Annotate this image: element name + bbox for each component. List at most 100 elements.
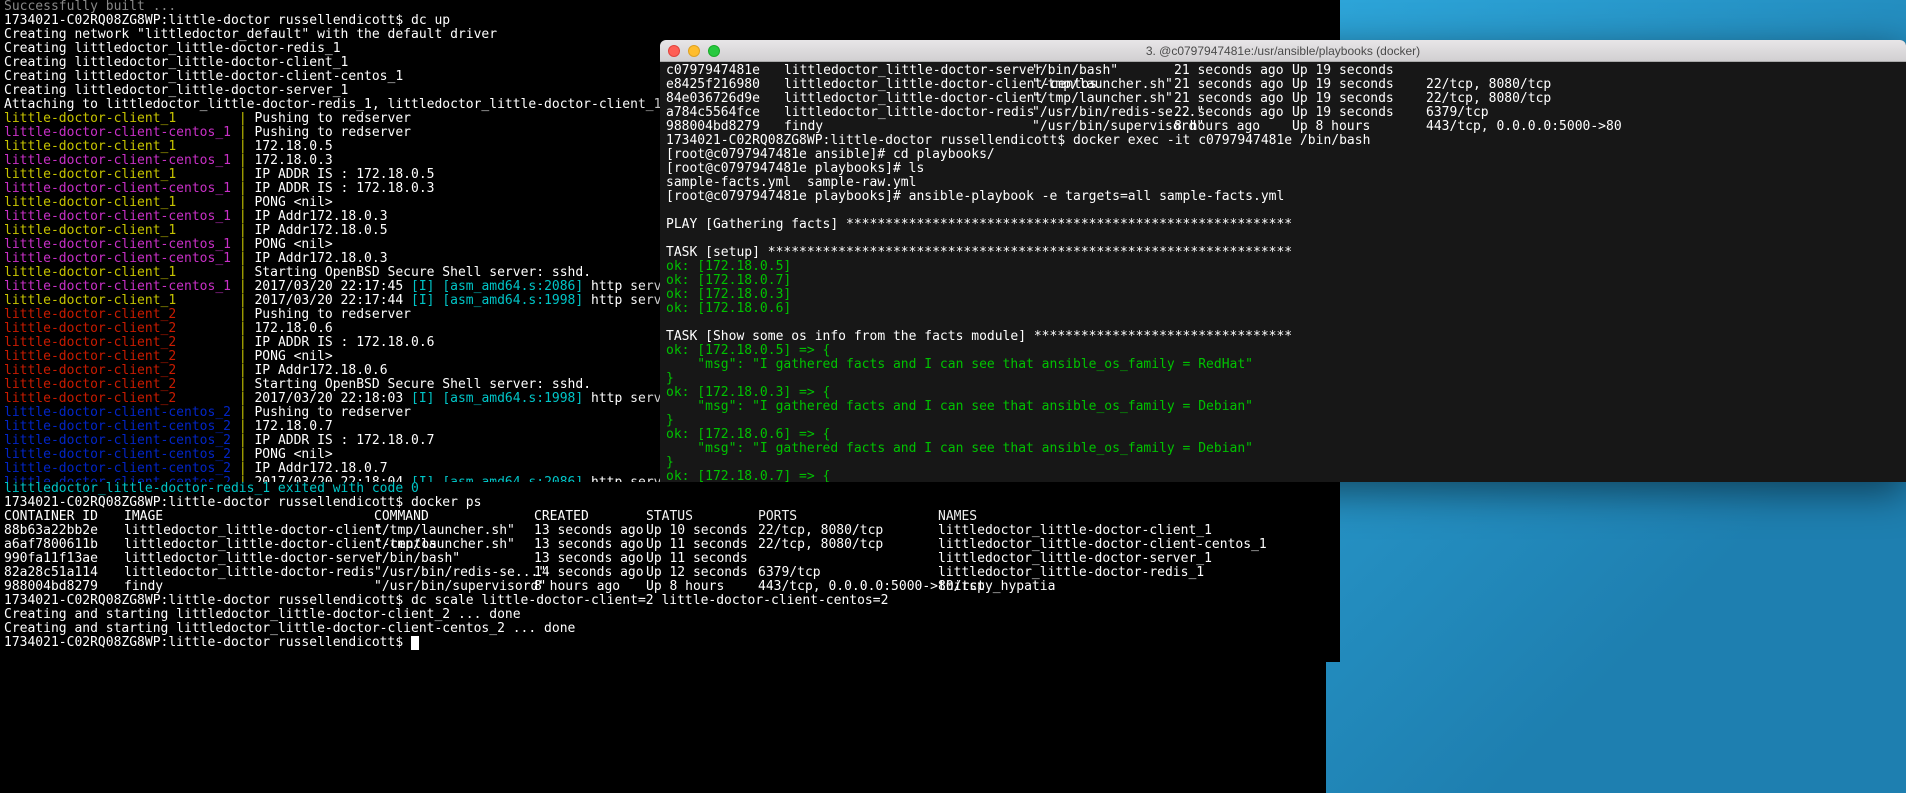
compose-service: little-doctor-client_1 xyxy=(4,167,239,182)
text: PONG <nil> xyxy=(254,195,332,210)
text: | xyxy=(239,321,255,336)
text: 2017/03/20 22:18:03 xyxy=(254,391,411,406)
text: | xyxy=(239,223,255,238)
text: | xyxy=(239,153,255,168)
text: | xyxy=(239,447,255,462)
ansible-ok: ok: [172.18.0.3] => { xyxy=(666,385,830,400)
text: Creating littledoctor_little-doctor-redi… xyxy=(4,41,341,56)
ansible-ok: ok: [172.18.0.3] xyxy=(666,287,791,302)
text: Pushing to redserver xyxy=(254,111,411,126)
text: Creating network "littledoctor_default" … xyxy=(4,27,497,42)
text: 2017/03/20 22:17:44 xyxy=(254,293,411,308)
ansible-msg: "msg": "I gathered facts and I can see t… xyxy=(666,399,1253,414)
compose-service: little-doctor-client_2 xyxy=(4,349,239,364)
text: 2017/03/20 22:17:45 xyxy=(254,279,411,294)
text: | xyxy=(239,307,255,322)
text: IP Addr172.18.0.3 xyxy=(254,251,387,266)
docker-ps-row: 82a28c51a114littledoctor_little-doctor-r… xyxy=(4,566,1336,580)
compose-service: little-doctor-client_2 xyxy=(4,377,239,392)
ansible-task-header: TASK [setup] ***************************… xyxy=(666,245,1292,260)
compose-service: little-doctor-client_2 xyxy=(4,363,239,378)
docker-ps-row: c0797947481elittledoctor_little-doctor-s… xyxy=(666,64,1900,78)
terminal-line: } xyxy=(666,414,1900,428)
text: | xyxy=(239,419,255,434)
cursor-icon xyxy=(411,636,419,650)
text: Creating and starting littledoctor_littl… xyxy=(4,621,575,636)
compose-service: little-doctor-client_1 xyxy=(4,223,239,238)
text: | xyxy=(239,111,255,126)
terminal-line: } xyxy=(666,456,1900,470)
text: | xyxy=(239,167,255,182)
text: | xyxy=(239,363,255,378)
terminal-line: [root@c0797947481e playbooks]# ls xyxy=(666,162,1900,176)
compose-service: little-doctor-client-centos_1 xyxy=(4,279,239,294)
terminal-line: Creating and starting littledoctor_littl… xyxy=(4,608,1336,622)
ansible-ok: ok: [172.18.0.5] xyxy=(666,259,791,274)
docker-ps-row: 88b63a22bb2elittledoctor_little-doctor-c… xyxy=(4,524,1336,538)
compose-service: little-doctor-client-centos_1 xyxy=(4,181,239,196)
exit-status: littledoctor_little-doctor-redis_1 exite… xyxy=(4,481,419,496)
terminal-line: 1734021-C02RQ08ZG8WP:little-doctor russe… xyxy=(4,636,1336,650)
text: [I] [asm_amd64.s:1998] xyxy=(411,391,583,406)
ansible-ok: } xyxy=(666,413,674,428)
terminal-bottom[interactable]: littledoctor_little-doctor-redis_1 exite… xyxy=(0,482,1340,662)
text: sample-facts.yml sample-raw.yml xyxy=(666,175,916,190)
terminal-line: TASK [setup] ***************************… xyxy=(666,246,1900,260)
text: 172.18.0.3 xyxy=(254,153,332,168)
text: Pushing to redserver xyxy=(254,125,411,140)
text: IP Addr172.18.0.5 xyxy=(254,223,387,238)
terminal-line: [root@c0797947481e ansible]# cd playbook… xyxy=(666,148,1900,162)
text: | xyxy=(239,405,255,420)
text: | xyxy=(239,209,255,224)
text: | xyxy=(239,433,255,448)
text: Starting OpenBSD Secure Shell server: ss… xyxy=(254,265,591,280)
terminal-line: } xyxy=(666,372,1900,386)
text: [root@c0797947481e playbooks]# ansible-p… xyxy=(666,189,1284,204)
terminal-line: sample-facts.yml sample-raw.yml xyxy=(666,176,1900,190)
compose-service: little-doctor-client-centos_2 xyxy=(4,405,239,420)
text: | xyxy=(239,139,255,154)
text: [root@c0797947481e ansible]# cd playbook… xyxy=(666,147,995,162)
terminal-line: 1734021-C02RQ08ZG8WP:little-doctor russe… xyxy=(4,496,1336,510)
terminal-line xyxy=(666,316,1900,330)
text: IP ADDR IS : 172.18.0.3 xyxy=(254,181,434,196)
ansible-play-header: PLAY [Gathering facts] *****************… xyxy=(666,217,1292,232)
text: Creating littledoctor_little-doctor-clie… xyxy=(4,69,403,84)
text: Pushing to redserver xyxy=(254,307,411,322)
terminal-right-window[interactable]: 3. @c0797947481e:/usr/ansible/playbooks … xyxy=(660,40,1906,482)
window-titlebar[interactable]: 3. @c0797947481e:/usr/ansible/playbooks … xyxy=(660,40,1906,62)
compose-service: little-doctor-client_2 xyxy=(4,335,239,350)
text: Creating littledoctor_little-doctor-serv… xyxy=(4,83,348,98)
compose-service: little-doctor-client_2 xyxy=(4,391,239,406)
terminal-line: ok: [172.18.0.6] => { xyxy=(666,428,1900,442)
docker-ps-header: CONTAINER IDIMAGECOMMANDCREATEDSTATUSPOR… xyxy=(4,510,1336,524)
text: Pushing to redserver xyxy=(254,405,411,420)
text: Creating littledoctor_little-doctor-clie… xyxy=(4,55,348,70)
docker-ps-row: a6af7800611blittledoctor_little-doctor-c… xyxy=(4,538,1336,552)
text: 172.18.0.7 xyxy=(254,419,332,434)
terminal-line: 1734021-C02RQ08ZG8WP:little-doctor russe… xyxy=(4,594,1336,608)
ansible-ok: ok: [172.18.0.6] => { xyxy=(666,427,830,442)
docker-ps-row: 84e036726d9elittledoctor_little-doctor-c… xyxy=(666,92,1900,106)
terminal-line: 1734021-C02RQ08ZG8WP:little-doctor russe… xyxy=(666,134,1900,148)
text: | xyxy=(239,461,255,476)
text: PONG <nil> xyxy=(254,237,332,252)
text: | xyxy=(239,251,255,266)
terminal-line: "msg": "I gathered facts and I can see t… xyxy=(666,358,1900,372)
ansible-ok: } xyxy=(666,371,674,386)
terminal-line: "msg": "I gathered facts and I can see t… xyxy=(666,442,1900,456)
text: IP ADDR IS : 172.18.0.7 xyxy=(254,433,434,448)
text: Starting OpenBSD Secure Shell server: ss… xyxy=(254,377,591,392)
compose-service: little-doctor-client_2 xyxy=(4,307,239,322)
text: Creating and starting littledoctor_littl… xyxy=(4,607,521,622)
terminal-line: ok: [172.18.0.7] xyxy=(666,274,1900,288)
prompt-line: 1734021-C02RQ08ZG8WP:little-doctor russe… xyxy=(4,495,481,510)
terminal-line: ok: [172.18.0.3] xyxy=(666,288,1900,302)
prompt-line: 1734021-C02RQ08ZG8WP:little-doctor russe… xyxy=(4,13,450,28)
text: | xyxy=(239,125,255,140)
ansible-ok: ok: [172.18.0.5] => { xyxy=(666,343,830,358)
compose-service: little-doctor-client_1 xyxy=(4,293,239,308)
terminal-line xyxy=(666,204,1900,218)
prompt-line: 1734021-C02RQ08ZG8WP:little-doctor russe… xyxy=(4,593,888,608)
prompt-line: 1734021-C02RQ08ZG8WP:little-doctor russe… xyxy=(4,635,411,650)
